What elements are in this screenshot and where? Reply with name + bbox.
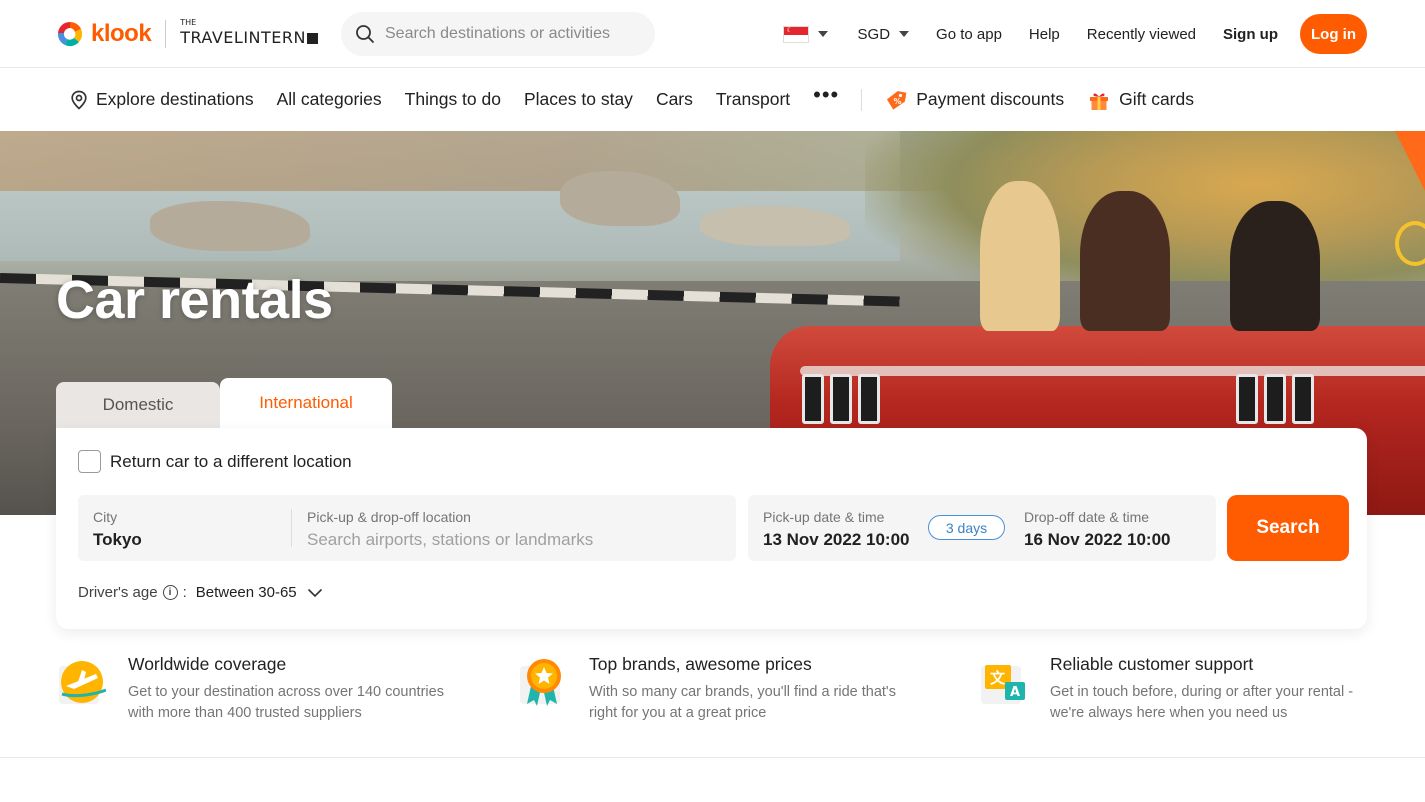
nav-divider	[861, 88, 863, 111]
discount-tag-icon: %	[887, 90, 907, 110]
currency-selector[interactable]: SGD	[858, 26, 910, 43]
gift-cards-label: Gift cards	[1119, 89, 1194, 109]
search-icon	[356, 25, 374, 43]
city-value: Tokyo	[93, 530, 142, 549]
svg-text:A: A	[1010, 685, 1020, 700]
caret-down-icon	[817, 31, 828, 37]
page-title: Car rentals	[56, 270, 333, 330]
feature-title: Top brands, awesome prices	[589, 654, 812, 674]
log-in-button[interactable]: Log in	[1300, 14, 1367, 54]
more-menu-icon[interactable]: •••	[813, 83, 839, 106]
caret-down-icon	[899, 31, 910, 37]
pickup-location-label: Pick-up & drop-off location	[307, 509, 471, 525]
recently-viewed-link[interactable]: Recently viewed	[1087, 26, 1196, 43]
partner-logo: THE TRAVELINTERN	[180, 18, 318, 47]
chevron-down-icon[interactable]	[307, 588, 323, 598]
partner-logo-square-icon	[306, 32, 318, 44]
return-different-location-label: Return car to a different location	[110, 451, 352, 471]
feature-title: Worldwide coverage	[128, 654, 287, 674]
things-to-do-link[interactable]: Things to do	[405, 89, 501, 110]
singapore-flag-icon: ☾	[782, 25, 809, 43]
partner-logo-text: TRAVELINTERN	[180, 27, 306, 47]
location-pin-icon	[71, 90, 87, 110]
brand-name: klook	[91, 20, 152, 47]
top-header: klook THE TRAVELINTERN ☾ SGD Go to app H…	[0, 0, 1425, 68]
go-to-app-link[interactable]: Go to app	[936, 26, 1002, 43]
payment-discounts-link[interactable]: % Payment discounts	[884, 88, 1064, 112]
hero-decor-corner	[1395, 131, 1425, 191]
feature-description: With so many car brands, you'll find a r…	[589, 684, 896, 721]
dropoff-date-value: 16 Nov 2022 10:00	[1024, 530, 1171, 549]
dropoff-date-label: Drop-off date & time	[1024, 509, 1150, 525]
field-divider	[291, 509, 292, 547]
logo-divider	[165, 20, 167, 48]
pickup-date-value: 13 Nov 2022 10:00	[763, 530, 910, 549]
car-search-form: Return car to a different location City …	[56, 428, 1367, 629]
award-medal-icon	[520, 659, 561, 706]
feature-description: Get to your destination across over 140 …	[128, 684, 444, 721]
feature-description: Get in touch before, during or after you…	[1050, 684, 1354, 721]
dropoff-date-field[interactable]: Drop-off date & time 16 Nov 2022 10:00	[1024, 509, 1171, 550]
driver-age-separator: :	[182, 584, 187, 601]
klook-logo-icon	[55, 19, 85, 49]
gift-cards-link[interactable]: Gift cards	[1087, 88, 1194, 112]
all-categories-link[interactable]: All categories	[277, 89, 382, 110]
driver-age-label: Driver's age	[78, 584, 158, 601]
explore-destinations-label: Explore destinations	[96, 89, 254, 109]
rental-duration-badge: 3 days	[928, 515, 1005, 540]
search-input[interactable]	[385, 25, 645, 43]
partner-logo-prefix: THE	[180, 17, 197, 27]
translate-icon: 文 A	[981, 665, 1025, 704]
places-to-stay-link[interactable]: Places to stay	[524, 89, 633, 110]
feature-title: Reliable customer support	[1050, 654, 1254, 674]
date-field-group: Pick-up date & time 13 Nov 2022 10:00 3 …	[748, 495, 1216, 561]
klook-logo[interactable]: klook THE TRAVELINTERN	[55, 18, 318, 50]
driver-age-dropdown[interactable]: Between 30-65	[196, 584, 297, 601]
city-label: City	[93, 509, 118, 525]
payment-discounts-label: Payment discounts	[916, 89, 1065, 109]
explore-destinations-link[interactable]: Explore destinations	[70, 89, 254, 110]
svg-text:%: %	[894, 97, 902, 106]
driver-age-row: Driver's age i : Between 30-65	[78, 584, 323, 601]
location-field-group: City Tokyo Pick-up & drop-off location S…	[78, 495, 736, 561]
transport-link[interactable]: Transport	[716, 89, 790, 110]
pickup-date-field[interactable]: Pick-up date & time 13 Nov 2022 10:00	[763, 509, 910, 550]
info-icon[interactable]: i	[162, 585, 178, 600]
site-search[interactable]	[341, 12, 655, 56]
section-divider	[0, 757, 1425, 758]
airplane-globe-icon	[59, 661, 106, 704]
return-different-location-option[interactable]: Return car to a different location	[78, 450, 352, 473]
category-nav: Explore destinations All categories Thin…	[0, 68, 1425, 131]
svg-text:文: 文	[990, 669, 1006, 687]
sign-up-link[interactable]: Sign up	[1223, 26, 1278, 43]
pickup-location-placeholder: Search airports, stations or landmarks	[307, 530, 594, 549]
tab-domestic[interactable]: Domestic	[56, 382, 220, 428]
return-different-location-checkbox[interactable]	[78, 450, 101, 473]
city-field[interactable]: City Tokyo	[93, 509, 142, 550]
tab-international[interactable]: International	[220, 378, 392, 428]
pickup-location-field[interactable]: Pick-up & drop-off location Search airpo…	[307, 509, 593, 550]
help-link[interactable]: Help	[1029, 26, 1060, 43]
cars-link[interactable]: Cars	[656, 89, 693, 110]
search-button[interactable]: Search	[1227, 495, 1349, 561]
country-selector[interactable]: ☾	[782, 25, 828, 43]
gift-box-icon	[1090, 93, 1109, 110]
currency-label: SGD	[857, 25, 891, 43]
pickup-date-label: Pick-up date & time	[763, 509, 885, 525]
header-actions: ☾ SGD Go to app Help Recently viewed Sig…	[782, 14, 1367, 54]
